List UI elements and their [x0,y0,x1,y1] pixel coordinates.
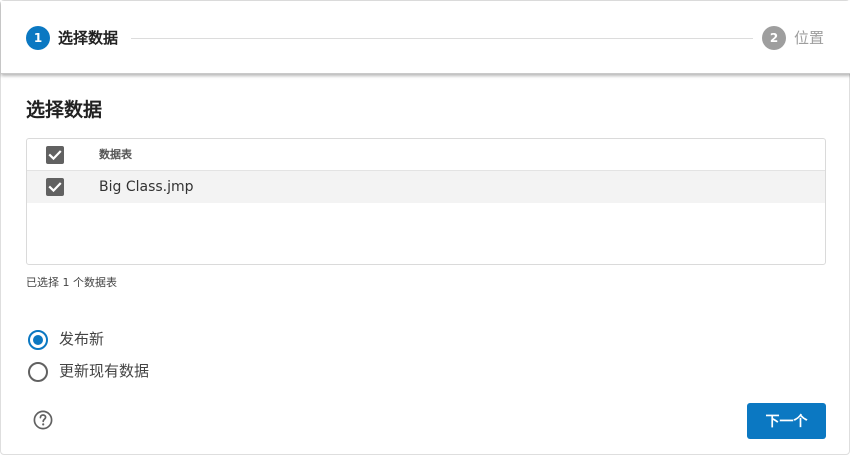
stepper-connector [131,38,753,39]
dialog: 1 选择数据 2 位置 选择数据 数据表 Big Class.jmp 已选择 1… [0,0,850,455]
radio-button-selected[interactable] [28,330,48,350]
stepper: 1 选择数据 2 位置 [1,1,850,74]
checkmark-icon [48,182,62,193]
table-row[interactable]: Big Class.jmp [27,171,825,203]
row-checkbox[interactable] [46,178,64,196]
data-table: 数据表 Big Class.jmp [26,138,826,265]
radio-button[interactable] [28,362,48,382]
table-header: 数据表 [27,139,825,171]
radio-label: 更新现有数据 [59,362,150,380]
step-2-label: 位置 [794,29,825,47]
radio-label: 发布新 [59,330,105,348]
select-all-checkbox[interactable] [46,146,64,164]
next-button[interactable]: 下一个 [747,403,826,439]
step-2-indicator: 2 [762,26,786,50]
selection-count: 已选择 1 个数据表 [26,276,117,289]
column-header-data-table[interactable]: 数据表 [99,147,132,163]
section-title: 选择数据 [26,99,103,121]
table-cell-name: Big Class.jmp [99,179,194,195]
question-circle-icon[interactable] [33,410,53,430]
step-1-label: 选择数据 [58,29,119,47]
step-1-indicator: 1 [26,26,50,50]
checkmark-icon [48,150,62,161]
